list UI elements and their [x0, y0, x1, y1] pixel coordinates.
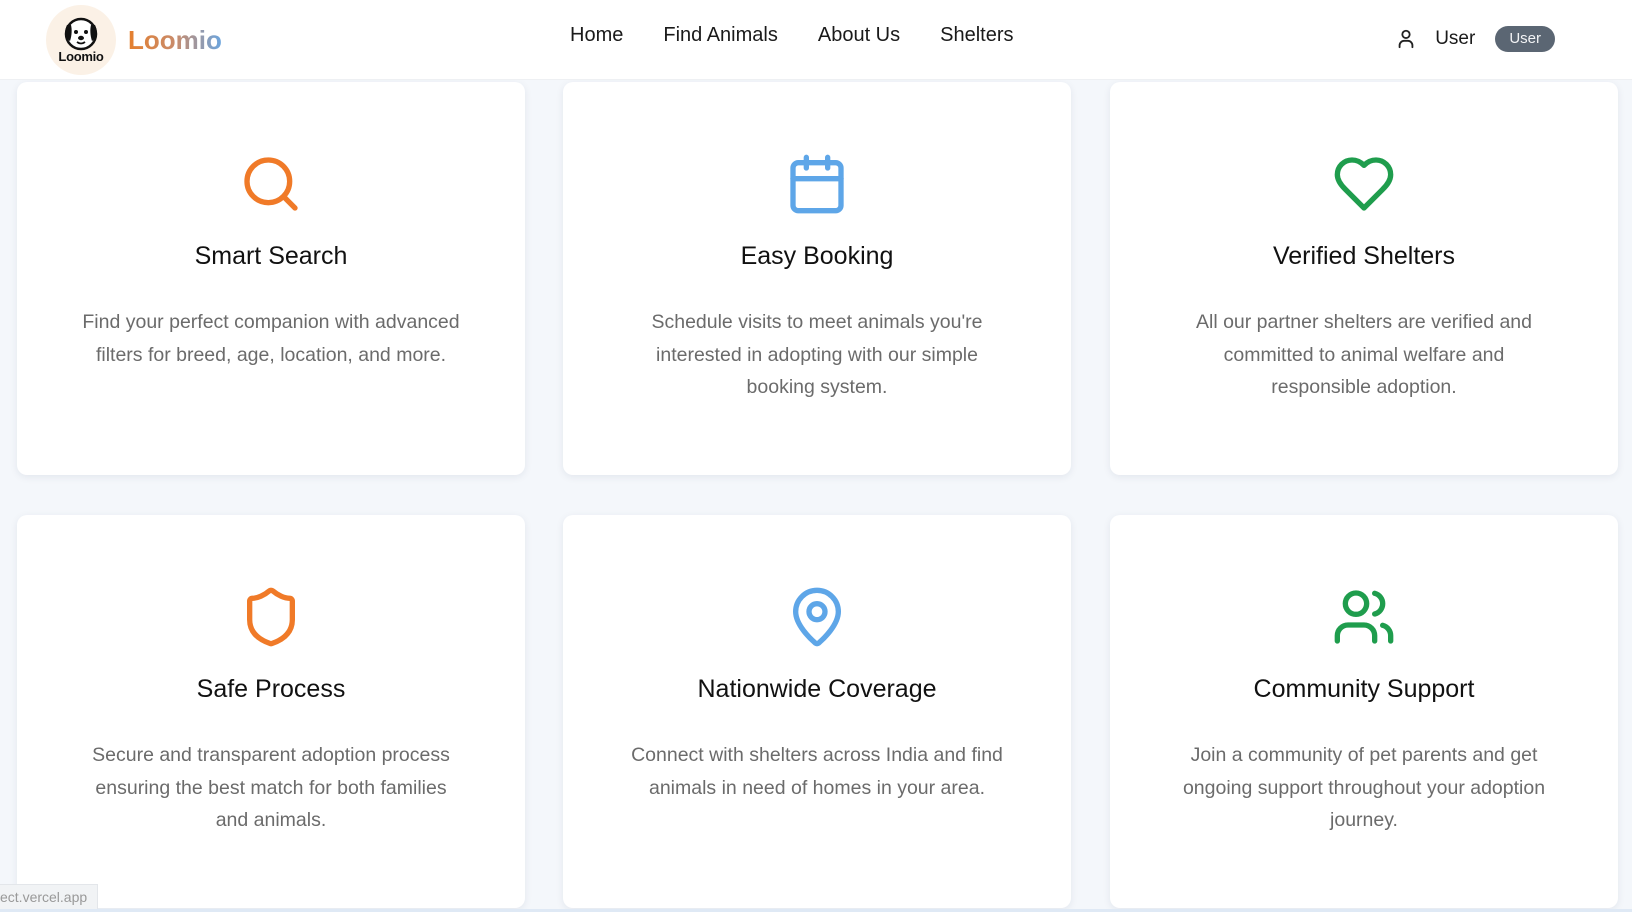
feature-card-easy-booking: Easy Booking Schedule visits to meet ani… — [563, 82, 1071, 475]
user-menu[interactable]: User User — [1395, 26, 1555, 52]
feature-card-nationwide-coverage: Nationwide Coverage Connect with shelter… — [563, 515, 1071, 908]
feature-description: All our partner shelters are verified an… — [1195, 311, 1532, 398]
dog-logo-icon — [64, 17, 98, 50]
main-nav: Home Find Animals About Us Shelters — [570, 24, 1014, 47]
users-icon — [1334, 590, 1394, 644]
feature-card-community-support: Community Support Join a community of pe… — [1110, 515, 1618, 908]
brand-name: Loomio — [128, 24, 222, 55]
search-icon — [244, 157, 298, 211]
logo-badge: Loomio — [46, 5, 116, 75]
feature-title: Safe Process — [196, 675, 346, 703]
feature-card-safe-process: Safe Process Secure and transparent adop… — [17, 515, 525, 908]
feature-description: Schedule visits to meet animals you're i… — [651, 311, 983, 398]
heart-icon — [1334, 157, 1394, 211]
feature-description: Find your perfect companion with advance… — [82, 311, 460, 366]
feature-title: Easy Booking — [740, 242, 894, 270]
navbar: Loomio Loomio Home Find Animals About Us… — [0, 0, 1632, 80]
logo-text: Loomio — [58, 48, 104, 64]
feature-description: Join a community of pet parents and get … — [1182, 744, 1546, 831]
status-bar-url: ect.vercel.app — [0, 884, 99, 910]
nav-find-animals[interactable]: Find Animals — [663, 24, 778, 47]
nav-home[interactable]: Home — [570, 24, 623, 47]
brand-logo-link[interactable]: Loomio Loomio — [46, 5, 222, 75]
calendar-icon — [790, 154, 844, 214]
user-name: User — [1435, 28, 1476, 49]
user-role-badge: User — [1495, 26, 1555, 52]
feature-description: Secure and transparent adoption process … — [92, 744, 450, 831]
feature-card-verified-shelters: Verified Shelters All our partner shelte… — [1110, 82, 1618, 475]
feature-description: Connect with shelters across India and f… — [631, 744, 1003, 799]
nav-about-us[interactable]: About Us — [818, 24, 900, 47]
feature-card-smart-search: Smart Search Find your perfect companion… — [17, 82, 525, 475]
feature-title: Community Support — [1253, 675, 1475, 703]
user-icon — [1395, 28, 1417, 50]
feature-title: Nationwide Coverage — [697, 675, 937, 703]
feature-title: Verified Shelters — [1272, 242, 1456, 270]
map-pin-icon — [793, 587, 841, 647]
nav-shelters[interactable]: Shelters — [940, 24, 1013, 47]
feature-title: Smart Search — [194, 242, 348, 270]
shield-icon — [247, 587, 295, 647]
